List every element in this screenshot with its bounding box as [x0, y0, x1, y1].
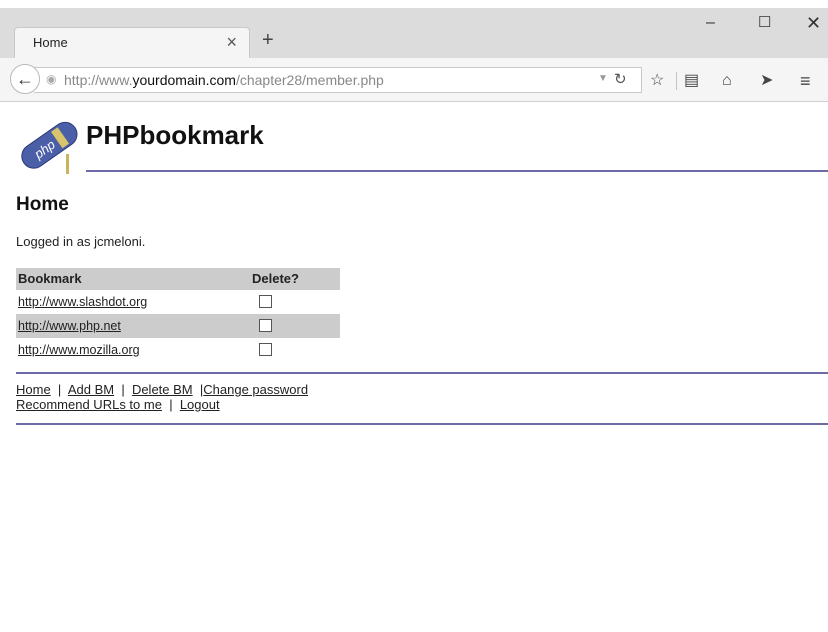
back-arrow-icon[interactable]: ←: [10, 64, 40, 94]
logged-in-text: Logged in as jcmeloni.: [16, 234, 146, 249]
menu-home-link[interactable]: Home: [16, 382, 51, 397]
menu-add-bm-link[interactable]: Add BM: [68, 382, 114, 397]
close-window-icon[interactable]: ✕: [806, 14, 821, 32]
title-bar: Home × + – ☐ ✕: [0, 0, 828, 59]
php-logo: php: [21, 121, 78, 174]
reload-icon[interactable]: ↻: [614, 70, 627, 88]
star-icon[interactable]: ☆: [650, 72, 664, 90]
delete-checkbox[interactable]: [259, 319, 272, 332]
menu-divider-bottom: [16, 423, 828, 425]
delete-checkbox[interactable]: [259, 295, 272, 308]
dropdown-icon[interactable]: ▼: [598, 73, 608, 84]
tab-title: Home: [33, 35, 68, 50]
table-row: http://www.slashdot.org: [16, 290, 340, 314]
bookmark-table: Bookmark Delete? http://www.slashdot.org…: [16, 268, 340, 362]
bookmark-link[interactable]: http://www.slashdot.org: [18, 295, 147, 309]
tab-close-icon[interactable]: ×: [226, 30, 237, 54]
new-tab-icon[interactable]: +: [262, 28, 274, 52]
tab-home[interactable]: Home ×: [14, 27, 250, 59]
address-bar[interactable]: ◉ http://www.yourdomain.com/chapter28/me…: [34, 67, 642, 93]
page-title: Home: [16, 194, 69, 215]
menu-divider-top: [16, 372, 828, 374]
menu-change-password-link[interactable]: Change password: [203, 382, 308, 397]
globe-icon: ◉: [46, 72, 57, 86]
table-row: http://www.php.net: [16, 314, 340, 338]
header-bookmark: Bookmark: [18, 271, 82, 286]
bookmark-link[interactable]: http://www.mozilla.org: [18, 343, 140, 357]
table-row: http://www.mozilla.org: [16, 338, 340, 362]
user-menu: Home | Add BM | Delete BM |Change passwo…: [16, 382, 309, 412]
maximize-icon[interactable]: ☐: [758, 14, 771, 32]
home-icon[interactable]: ⌂: [722, 72, 732, 90]
bookmark-link[interactable]: http://www.php.net: [18, 319, 121, 333]
table-header: Bookmark Delete?: [16, 268, 340, 290]
menu-delete-bm-link[interactable]: Delete BM: [132, 382, 193, 397]
site-title: PHPbookmark: [86, 120, 264, 150]
header-delete: Delete?: [252, 271, 299, 286]
reader-icon[interactable]: ▤: [684, 72, 699, 90]
browser-window: Home × + – ☐ ✕ ◉ http://www.yourdomain.c…: [0, 0, 828, 632]
menu-recommend-link[interactable]: Recommend URLs to me: [16, 397, 162, 412]
url-text[interactable]: http://www.yourdomain.com/chapter28/memb…: [64, 72, 384, 88]
send-icon[interactable]: ➤: [760, 72, 773, 90]
page-content: php PHPbookmark Home Logged in as jcmelo…: [0, 102, 828, 632]
navigation-bar: ◉ http://www.yourdomain.com/chapter28/me…: [0, 58, 828, 102]
menu-logout-link[interactable]: Logout: [180, 397, 220, 412]
menu-icon[interactable]: ≡: [800, 72, 811, 90]
title-divider: [86, 170, 828, 172]
delete-checkbox[interactable]: [259, 343, 272, 356]
minimize-icon[interactable]: –: [706, 14, 715, 32]
